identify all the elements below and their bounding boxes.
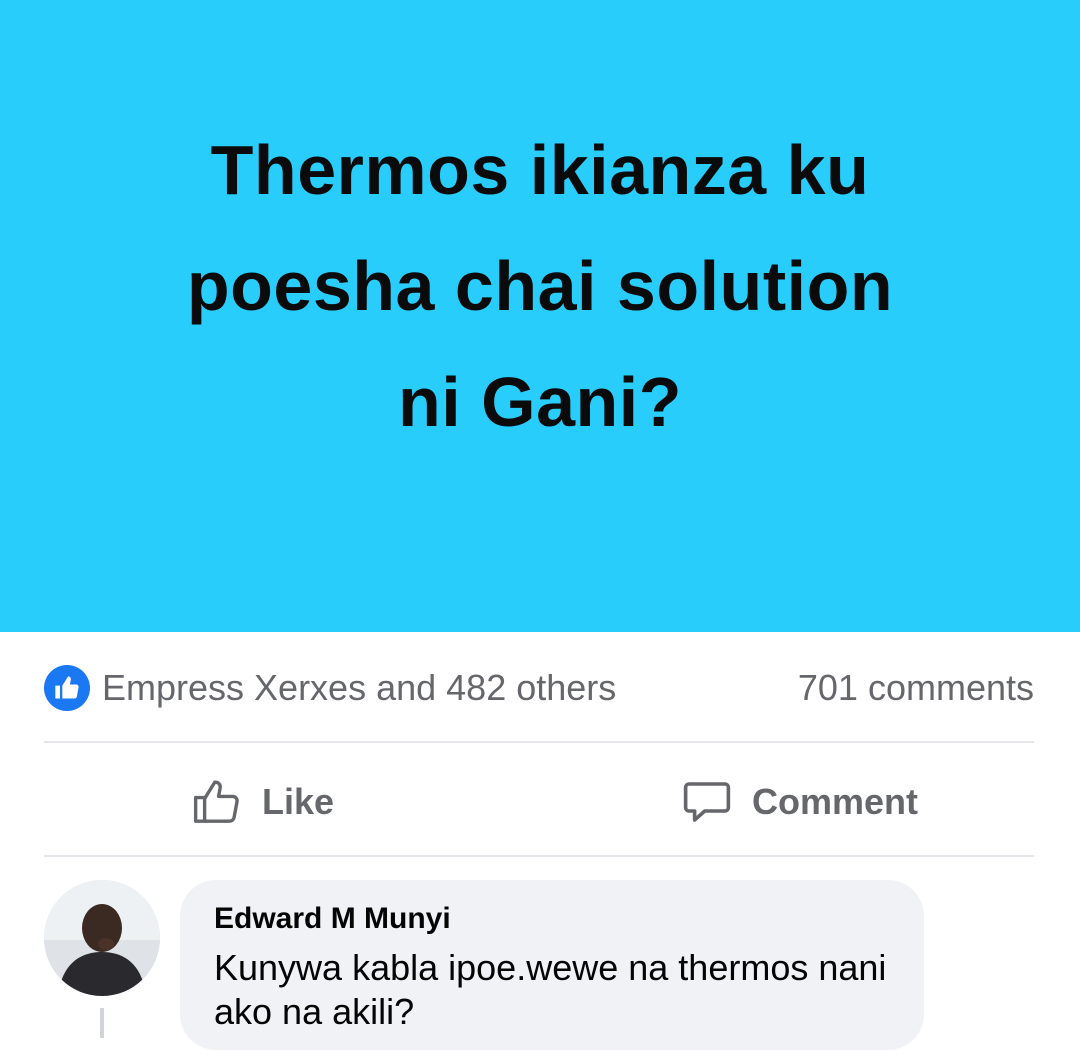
thread-line (100, 1008, 104, 1038)
divider (44, 741, 1034, 743)
comment-count-link[interactable]: 701 comments (798, 667, 1034, 709)
commenter-name[interactable]: Edward M Munyi (214, 902, 451, 936)
reaction-summary[interactable]: Empress Xerxes and 482 others (44, 665, 616, 711)
thumbs-up-outline-icon (193, 780, 239, 823)
comment-text: Kunywa kabla ipoe.wewe na thermos nani a… (214, 947, 887, 1032)
divider (44, 855, 1034, 857)
comment-button[interactable]: Comment (680, 774, 918, 830)
like-button[interactable]: Like (190, 774, 334, 830)
post-text: Thermos ikianza ku poesha chai solution … (60, 112, 1020, 460)
like-label: Like (262, 781, 335, 822)
post-text-card: Thermos ikianza ku poesha chai solution … (0, 0, 1080, 632)
reaction-names: Empress Xerxes and 482 others (102, 667, 617, 708)
comment-bubble: Edward M Munyi Kunywa kabla ipoe.wewe na… (180, 880, 924, 1050)
comment-label: Comment (752, 781, 919, 822)
post-text-line-3: ni Gani? (398, 363, 682, 441)
comment-item: Edward M Munyi Kunywa kabla ipoe.wewe na… (44, 880, 1044, 1050)
thumbs-up-icon (44, 665, 90, 711)
post-text-line-1: Thermos ikianza ku (210, 131, 870, 209)
avatar[interactable] (44, 880, 160, 996)
post-action-bar: Like Comment (0, 760, 1080, 844)
post-text-line-2: poesha chai solution (186, 247, 894, 325)
reaction-summary-bar: Empress Xerxes and 482 others 701 commen… (44, 660, 1034, 716)
speech-bubble-icon (683, 782, 731, 822)
